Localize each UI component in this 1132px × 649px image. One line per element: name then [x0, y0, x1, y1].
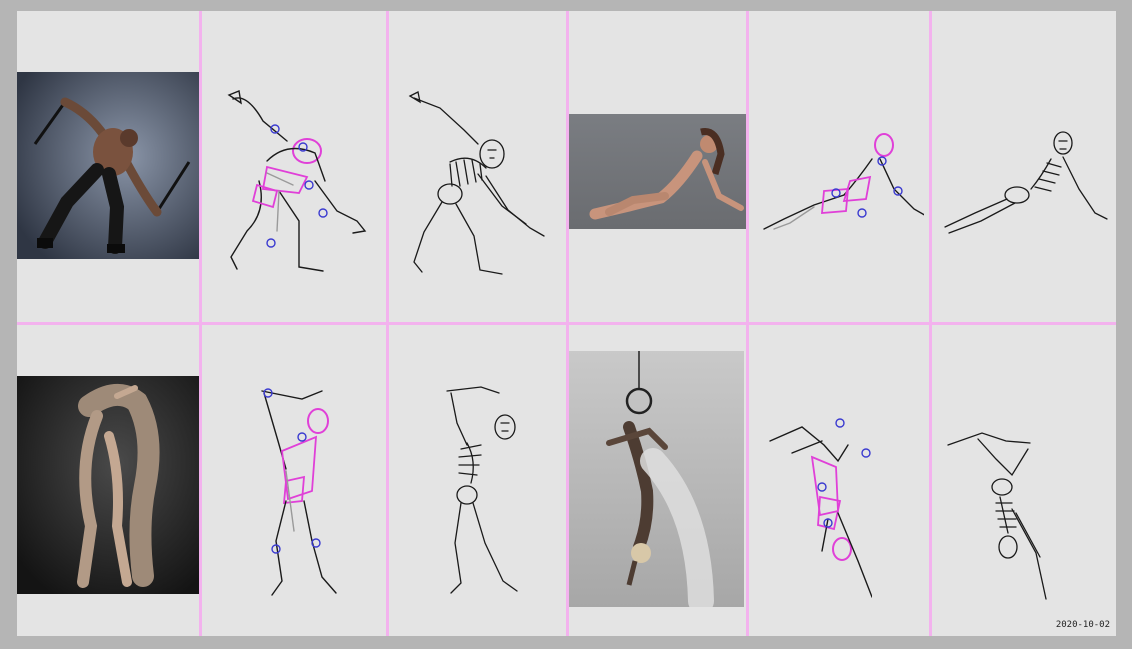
skeleton-study-1 [394, 86, 559, 281]
skeleton-study-2 [935, 129, 1110, 239]
photo-aerial-hoop-performer [569, 351, 744, 607]
photo-reclining-woman [569, 114, 746, 229]
grid-divider-row [17, 322, 1116, 325]
mannequin-study-2 [754, 129, 924, 239]
reference-sheet: 2020-10-02 [17, 11, 1116, 636]
skeleton-study-4 [942, 403, 1052, 608]
mannequin-study-4 [762, 401, 872, 611]
skeleton-study-3 [427, 383, 547, 598]
mannequin-study-3 [242, 381, 362, 601]
date-stamp: 2020-10-02 [1055, 620, 1110, 630]
photo-man-with-swords [17, 72, 199, 259]
mannequin-study-1 [207, 81, 377, 281]
photo-dancer-with-fabric [17, 376, 199, 594]
